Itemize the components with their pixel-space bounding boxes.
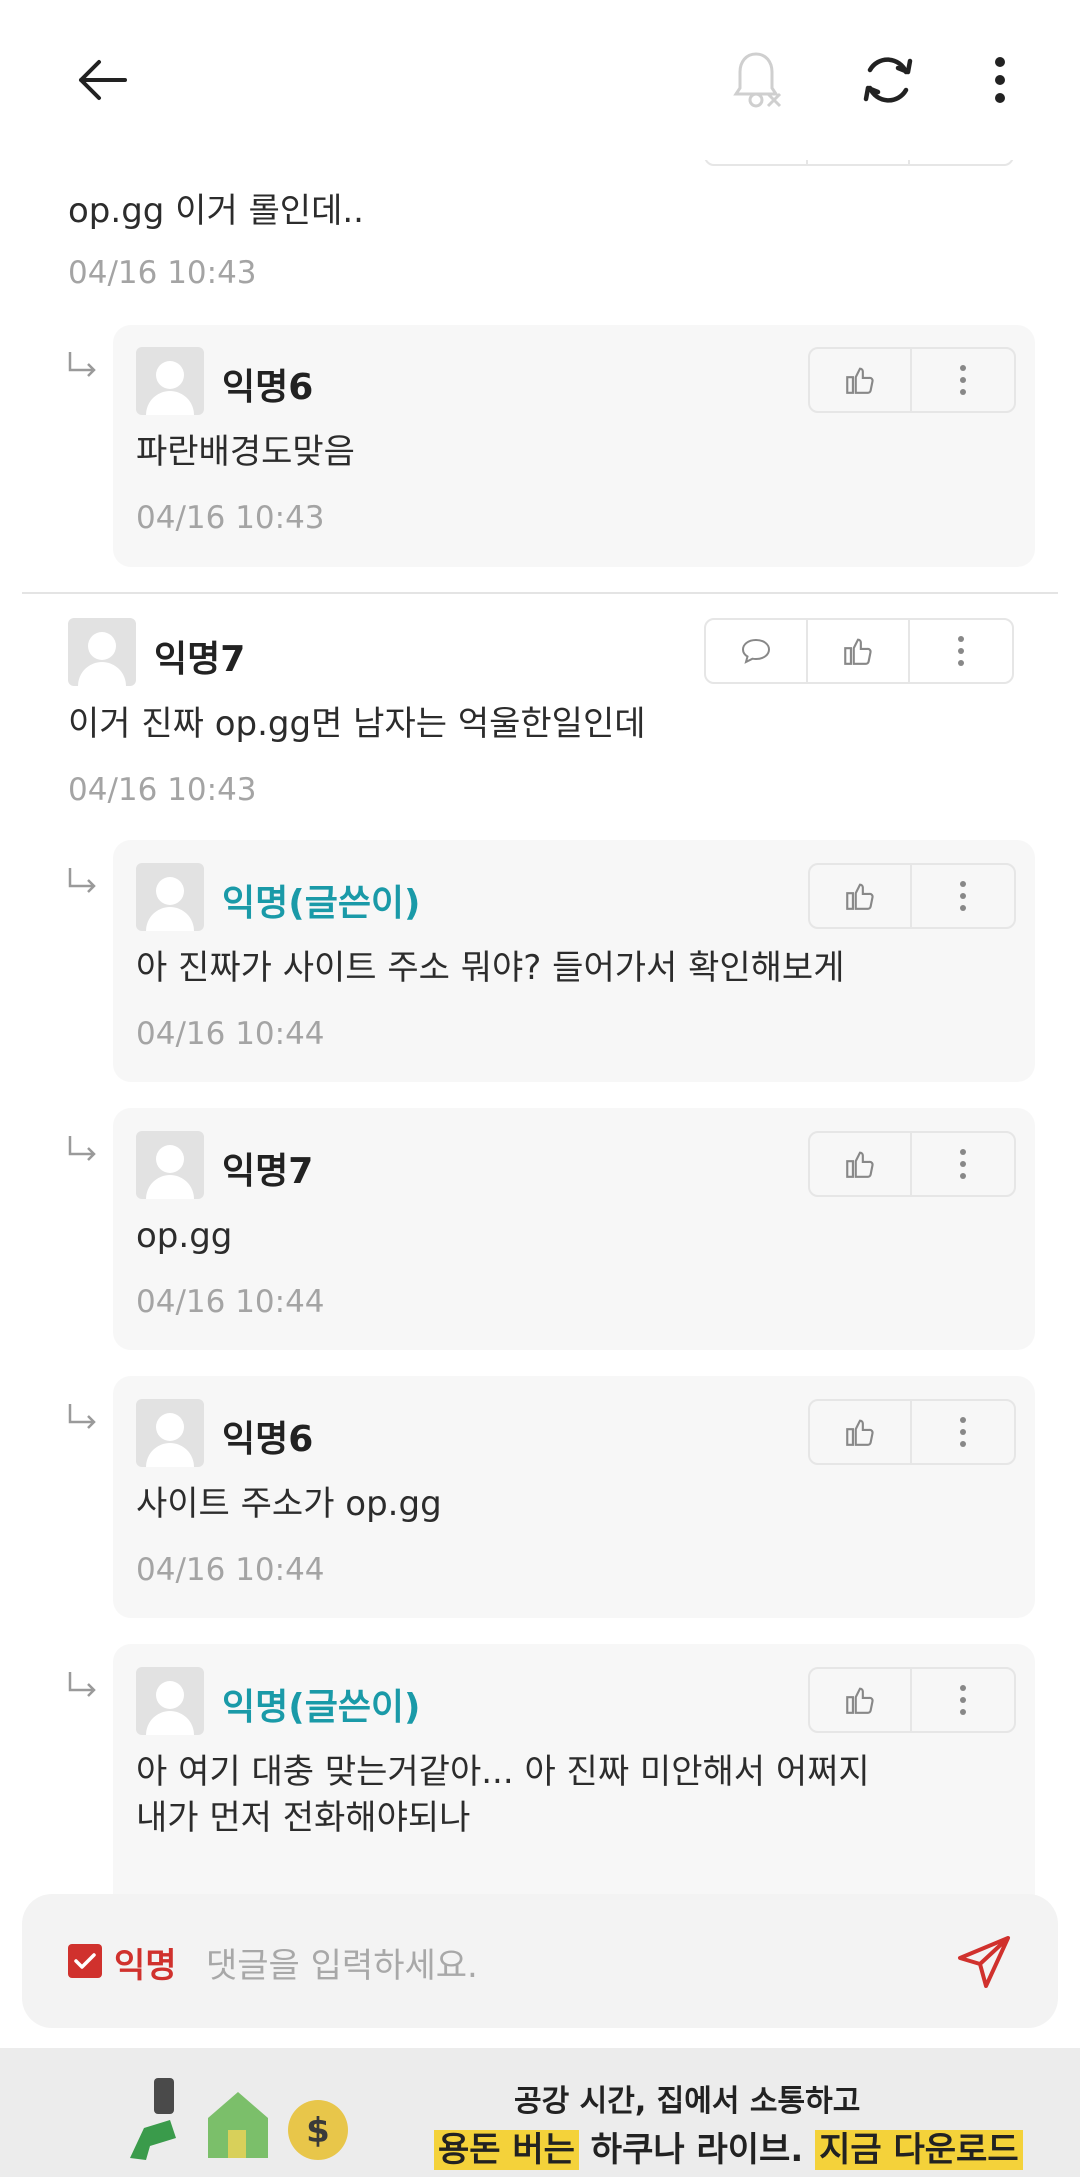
like-button[interactable] — [810, 349, 912, 411]
comment-input[interactable]: 댓글을 입력하세요. — [206, 1938, 478, 1987]
reply-button[interactable] — [706, 620, 808, 682]
more-vertical-icon — [960, 1417, 966, 1447]
comment-actions — [704, 618, 1014, 684]
comment-input-bar: 익명 댓글을 입력하세요. — [22, 1894, 1058, 2028]
more-vertical-icon — [960, 1149, 966, 1179]
more-button[interactable] — [912, 1669, 1014, 1731]
more-vertical-icon — [995, 57, 1005, 103]
refresh-icon — [863, 57, 913, 103]
check-icon — [74, 1953, 96, 1969]
ad-headline: 공강 시간, 집에서 소통하고 — [514, 2084, 861, 2119]
anonymous-checkbox[interactable] — [68, 1944, 102, 1978]
reply-arrow-icon — [68, 352, 96, 377]
chat-bubble-icon — [741, 638, 771, 664]
reply-actions — [808, 1399, 1016, 1465]
avatar — [136, 1131, 204, 1199]
avatar — [136, 1667, 204, 1735]
comment-text: op.gg 이거 롤인데.. — [68, 191, 364, 231]
reply-time: 04/16 10:44 — [136, 1284, 325, 1320]
more-vertical-icon — [960, 365, 966, 395]
ad-text: 하쿠나 라이브. — [578, 2130, 816, 2170]
reply-arrow-icon — [68, 1136, 96, 1161]
reply-actions — [808, 1131, 1016, 1197]
reply-actions — [808, 1667, 1016, 1733]
arrow-left-icon — [79, 60, 127, 100]
avatar — [136, 347, 204, 415]
reply-arrow-icon — [68, 1672, 96, 1697]
send-button[interactable] — [956, 1934, 1012, 1990]
ad-highlight-1: 용돈 버는 — [434, 2130, 579, 2170]
thumbs-up-icon — [846, 1151, 874, 1178]
thumbs-up-icon — [846, 883, 874, 910]
reply-arrow-icon — [68, 868, 96, 893]
more-vertical-icon — [960, 1685, 966, 1715]
svg-text:$: $ — [306, 2111, 330, 2151]
like-button[interactable] — [810, 1401, 912, 1463]
author-name: 익명(글쓴이) — [222, 1687, 421, 1728]
anonymous-label[interactable]: 익명 — [114, 1938, 177, 1987]
reply-actions — [808, 347, 1016, 413]
like-button[interactable] — [810, 1669, 912, 1731]
reply-time: 04/16 10:44 — [136, 1016, 325, 1052]
ad-banner[interactable]: $ 공강 시간, 집에서 소통하고 용돈 버는 하쿠나 라이브. 지금 다운로드 — [0, 2048, 1080, 2177]
avatar — [136, 1399, 204, 1467]
author-name: 익명6 — [222, 1419, 314, 1460]
author-name: 익명6 — [222, 367, 314, 408]
more-button[interactable] — [912, 1401, 1014, 1463]
refresh-button[interactable] — [848, 40, 928, 120]
reply-time: 04/16 10:44 — [136, 1552, 325, 1588]
more-button[interactable] — [910, 620, 1012, 682]
more-vertical-icon — [958, 636, 964, 666]
avatar — [68, 618, 136, 686]
comment-list[interactable]: op.gg 이거 롤인데.. 04/16 10:43 익명6 파란배경도맞음 0… — [0, 0, 1080, 1895]
like-button[interactable] — [810, 1133, 912, 1195]
more-button[interactable] — [912, 1133, 1014, 1195]
reply-text-line2: 내가 먼저 전화해야되나 — [136, 1798, 471, 1838]
reply-text-line1: 아 여기 대충 맞는거같아... 아 진짜 미안해서 어쩌지 — [136, 1752, 870, 1792]
author-name: 익명(글쓴이) — [222, 883, 421, 924]
top-app-bar — [0, 0, 1080, 160]
reply-time: 04/16 10:43 — [136, 500, 325, 536]
ad-illustration-icon: $ — [130, 2078, 348, 2160]
thumbs-up-icon — [846, 1687, 874, 1714]
thumbs-up-icon — [846, 1419, 874, 1446]
like-button[interactable] — [808, 620, 910, 682]
thumbs-up-icon — [846, 367, 874, 394]
avatar — [136, 863, 204, 931]
comment-text: 이거 진짜 op.gg면 남자는 억울한일인데 — [68, 704, 646, 744]
comment-time: 04/16 10:43 — [68, 772, 257, 808]
bell-off-icon — [733, 52, 782, 108]
more-button[interactable] — [912, 865, 1014, 927]
thumbs-up-icon — [844, 638, 872, 665]
ad-subline: 용돈 버는 하쿠나 라이브. 지금 다운로드 — [434, 2122, 1023, 2171]
reply-text: op.gg — [136, 1216, 233, 1256]
reply-actions — [808, 863, 1016, 929]
like-button[interactable] — [810, 865, 912, 927]
more-options-button[interactable] — [960, 40, 1040, 120]
reply-arrow-icon — [68, 1404, 96, 1429]
author-name: 익명7 — [154, 639, 246, 680]
more-vertical-icon — [960, 881, 966, 911]
reply-text: 사이트 주소가 op.gg — [136, 1484, 442, 1524]
send-icon — [958, 1936, 1010, 1988]
reply-text: 파란배경도맞음 — [136, 432, 355, 472]
comment-time: 04/16 10:43 — [68, 255, 257, 291]
reply-text: 아 진짜가 사이트 주소 뭐야? 들어가서 확인해보게 — [136, 948, 845, 988]
more-button[interactable] — [912, 349, 1014, 411]
divider — [22, 592, 1058, 594]
ad-download-cta[interactable]: 지금 다운로드 — [815, 2130, 1023, 2170]
notification-toggle[interactable] — [716, 40, 796, 120]
back-button[interactable] — [62, 40, 142, 120]
author-name: 익명7 — [222, 1151, 314, 1192]
